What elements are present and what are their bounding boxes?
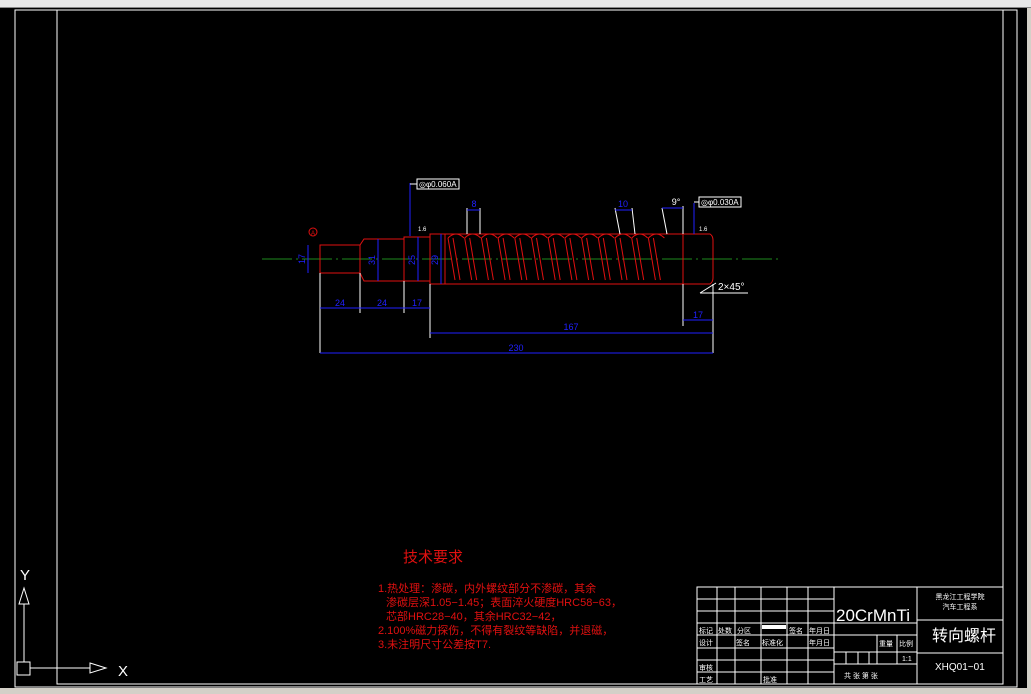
thread-flank [497, 233, 515, 239]
extension-lines [319, 206, 748, 353]
thread-flank [514, 233, 532, 239]
tb-material: 20CrMnTi [836, 606, 910, 625]
layout-tabs-bar[interactable] [0, 688, 1031, 694]
tb-school: 黑龙江工程学院 [936, 592, 985, 601]
ucs-x-label: X [118, 663, 128, 680]
dim-d31: 31 [367, 255, 377, 265]
tb-count: 处数 [718, 626, 732, 635]
thread-flank [481, 233, 498, 239]
ucs-y-label: Y [20, 567, 30, 584]
roughness-2: 1.6 [699, 227, 708, 233]
ucs-icon [16, 586, 108, 676]
tb-sheets: 共 张 第 张 [844, 671, 878, 680]
thread-flank [597, 233, 615, 239]
dim-230: 230 [508, 343, 523, 353]
tb-part-name: 转向螺杆 [932, 627, 996, 645]
dim-167: 167 [563, 322, 578, 332]
dim-24b: 24 [377, 298, 387, 308]
tb-dept: 汽车工程系 [943, 602, 978, 611]
tolerance-frame-2: ◎φ0.030A [701, 198, 739, 207]
thread-flank [614, 233, 632, 239]
thread-flank [447, 233, 465, 239]
thread-flank [531, 233, 548, 239]
vertical-scrollbar[interactable] [1027, 8, 1031, 688]
tb-mark: 标记 [699, 626, 713, 635]
dim-angle: 9° [672, 197, 681, 207]
drawing-canvas[interactable]: 24 24 17 167 230 17 8 10 9° 17 31 25 29 … [0, 8, 1027, 688]
chamfer-label: 2×45° [718, 282, 745, 293]
dim-17b: 17 [693, 310, 703, 320]
tb-date: 年月日 [809, 626, 830, 635]
tech-req-line4: 2.100%磁力探伤，不得有裂纹等缺陷，并退磁， [378, 623, 613, 637]
thread-flank [631, 233, 649, 239]
thread-flank [547, 233, 565, 239]
tolerance-frame-1: ◎φ0.060A [419, 180, 457, 189]
datum-label: A [311, 231, 315, 237]
thread-flank [581, 233, 598, 239]
tb-date2: 年月日 [809, 638, 830, 647]
tb-std: 标准化 [762, 638, 783, 647]
tech-req-line1: 1.热处理：渗碳，内外螺纹部分不渗碳，其余 [378, 581, 596, 595]
tech-req-line3: 芯部HRC28−40，其余HRC32−42， [386, 609, 561, 623]
tb-sign: 签名 [789, 626, 803, 635]
dim-pitch: 8 [471, 199, 476, 209]
dim-17a: 17 [412, 298, 422, 308]
tb-weight: 重量 [879, 640, 893, 648]
tb-design: 设计 [699, 638, 713, 647]
thread-flank [464, 233, 482, 239]
tech-req-line5: 3.未注明尺寸公差按T7. [378, 637, 491, 651]
tb-sign2: 签名 [736, 638, 750, 647]
tb-process: 工艺 [699, 676, 713, 684]
roughness-1: 1.6 [418, 227, 427, 233]
dim-d17: 17 [297, 254, 307, 264]
thread-flank [648, 233, 665, 239]
tech-req-title: 技术要求 [403, 549, 463, 566]
tb-review: 审核 [699, 663, 713, 672]
tb-approve: 批准 [763, 675, 777, 684]
dim-d25: 25 [407, 255, 417, 265]
dimension-lines [307, 183, 713, 354]
dim-d29: 29 [430, 255, 440, 265]
tb-code: XHQ01−01 [935, 662, 985, 673]
tb-scale: 1:1 [902, 656, 912, 663]
tb-ratio: 比例 [899, 639, 913, 648]
thread-flank [564, 233, 582, 239]
toolbar-strip [0, 0, 1031, 8]
dim-lead: 10 [618, 199, 628, 209]
dim-24a: 24 [335, 298, 345, 308]
tech-req-line2: 渗碳层深1.05−1.45；表面淬火硬度HRC58−63， [386, 595, 622, 609]
tb-zone: 分区 [737, 626, 751, 635]
